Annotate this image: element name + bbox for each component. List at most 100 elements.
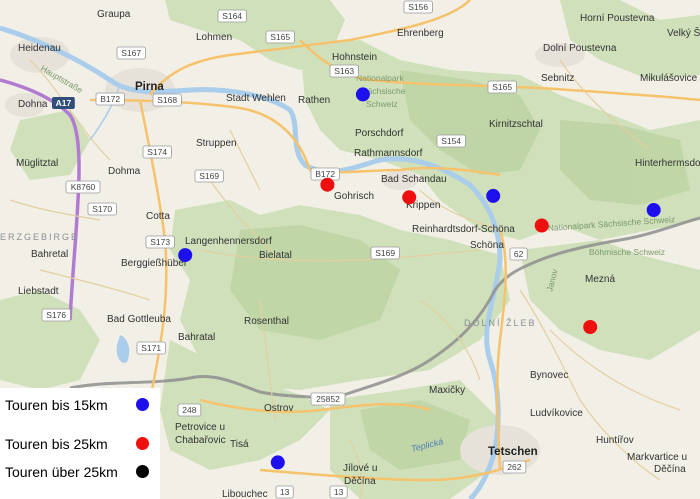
road-shield: S170 (87, 202, 117, 216)
place-label: Rathen (298, 95, 330, 106)
legend-row-bis25: Touren bis 25km (5, 434, 155, 454)
place-label: Petrovice u (175, 422, 225, 433)
place-label: Reinhardtsdorf-Schöna (412, 224, 515, 235)
place-label: Velký Š (667, 26, 700, 39)
road-shield: S173 (145, 235, 175, 249)
place-label: Schweiz (366, 99, 398, 109)
road-shield-label: S176 (46, 310, 66, 320)
place-label: Kirnitzschtal (489, 119, 543, 130)
tour-marker-hohnstein[interactable] (355, 87, 370, 102)
place-label: Bad Gottleuba (107, 314, 171, 325)
place-label: Jílové u (343, 463, 377, 474)
road-shield-label: 62 (514, 249, 524, 259)
place-label: Porschdorf (355, 128, 404, 139)
legend-label: Touren über 25km (5, 464, 118, 480)
place-label: Mikulášovice (640, 73, 698, 84)
place-label: Bahretal (31, 249, 68, 260)
road-shield: 248 (177, 403, 202, 417)
place-label: Ehrenberg (397, 28, 444, 39)
road-shield: S169 (194, 169, 224, 183)
place-label: Gohrisch (334, 191, 374, 202)
place-label: Libouchec (222, 489, 268, 499)
place-label: Heidenau (18, 43, 61, 54)
place-label: Dohna (18, 99, 48, 110)
place-label: Rosenthal (244, 316, 289, 327)
blue-dot-icon (136, 398, 149, 411)
place-label: Bielatal (259, 250, 292, 261)
road-shield-label: S168 (157, 95, 177, 105)
place-label: Mezná (585, 274, 615, 285)
place-label: Stadt Wehlen (226, 93, 286, 104)
road-shield-label: S171 (141, 343, 161, 353)
legend: Touren bis 15km Touren bis 25km Touren ü… (0, 388, 160, 499)
road-shield-label: S165 (492, 82, 512, 92)
autobahn-shield: A17 (52, 97, 75, 109)
road-shield: K8760 (65, 180, 101, 194)
place-label: Horní Poustevna (580, 13, 655, 24)
road-shield: B172 (95, 92, 125, 106)
road-shield: S163 (329, 64, 359, 78)
road-shield: 262 (502, 460, 527, 474)
legend-label: Touren bis 15km (5, 397, 108, 413)
road-shield-label: S167 (121, 48, 141, 58)
place-label: Hinterhermsdo (635, 158, 700, 169)
place-label: Berggießhübel (121, 258, 186, 269)
road-shield-label: 13 (334, 487, 344, 497)
road-shield-label: 248 (182, 405, 196, 415)
road-shield-label: S163 (334, 66, 354, 76)
place-label: Markvartice u (627, 452, 687, 463)
place-label: Tetschen (488, 446, 538, 458)
tour-marker-bad-schandau[interactable] (402, 190, 417, 205)
tour-marker-rathen[interactable] (320, 177, 335, 192)
place-label: Děčína (344, 476, 376, 487)
road-shield: 62 (509, 247, 528, 261)
place-label: Dolní Poustevna (543, 43, 617, 54)
place-label: Bad Schandau (381, 174, 447, 185)
legend-label: Touren bis 25km (5, 436, 108, 452)
place-label: Sebnitz (541, 73, 574, 84)
road-shield: 13 (329, 485, 348, 499)
road-shield-label: S173 (150, 237, 170, 247)
road-shield: S165 (265, 30, 295, 44)
tour-marker-grosser-winterberg[interactable] (534, 218, 549, 233)
road-shield: S154 (436, 134, 466, 148)
road-shield: S171 (136, 341, 166, 355)
tour-marker-hinterhermsdorf[interactable] (646, 203, 661, 217)
place-label: Děčína (654, 464, 686, 475)
place-label: Maxičky (429, 385, 465, 396)
road-shield-label: 262 (507, 462, 521, 472)
road-shield-label: S174 (147, 147, 167, 157)
tour-marker-schmilka-east[interactable] (486, 188, 501, 203)
road-shield: 13 (275, 485, 294, 499)
place-label: ERZGEBIRGE (0, 232, 79, 242)
road-shield: S176 (41, 308, 71, 322)
place-label: Nationalpark (356, 73, 404, 83)
place-label: DOLNÍ ŽLEB (464, 318, 537, 328)
place-label: Bahratal (178, 332, 215, 343)
road-shield-label: S164 (222, 11, 242, 21)
road-shield: S168 (152, 93, 182, 107)
place-label: Huntířov (596, 435, 634, 446)
place-label: Schöna (470, 240, 504, 251)
road-shield: S156 (403, 0, 433, 14)
place-label: Graupa (97, 9, 131, 20)
legend-row-ueber25: Touren über 25km (5, 462, 155, 482)
road-shield-label: K8760 (71, 182, 96, 192)
place-label: Lohmen (196, 32, 232, 43)
place-label: Pirna (135, 81, 164, 93)
legend-row-bis15: Touren bis 15km (5, 395, 155, 415)
place-label: Ludvíkovice (530, 408, 583, 419)
road-shield-label: 13 (280, 487, 290, 497)
place-label: Böhmische Schweiz (589, 247, 665, 257)
road-shield-label: S156 (408, 2, 428, 12)
tour-marker-mezna[interactable] (583, 320, 598, 334)
place-label: Langenhennersdorf (185, 236, 272, 247)
road-shield-label: 25852 (316, 394, 340, 404)
road-shield: S169 (370, 246, 400, 260)
place-label: Müglitztal (16, 158, 58, 169)
tour-marker-langenhennersdorf[interactable] (178, 248, 193, 263)
tour-marker-tisa[interactable] (270, 455, 285, 470)
place-label: Cotta (146, 211, 170, 222)
road-shield: S167 (116, 46, 146, 60)
road-shield: S164 (217, 9, 247, 23)
